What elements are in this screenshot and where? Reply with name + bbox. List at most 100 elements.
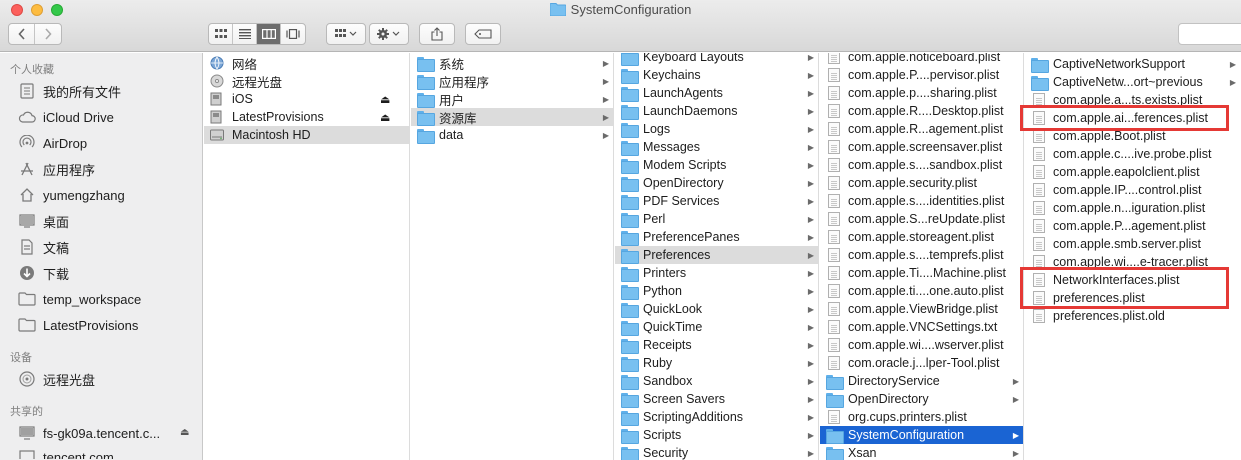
disclosure-arrow-icon: ▶ bbox=[807, 53, 814, 62]
forward-button[interactable] bbox=[35, 24, 61, 44]
list-item[interactable]: com.apple.wi....wserver.plist bbox=[820, 336, 1023, 354]
list-item-selected[interactable]: 资源库 ▶ bbox=[411, 108, 613, 126]
list-item-selected[interactable]: Preferences ▶ bbox=[615, 246, 818, 264]
list-item[interactable]: com.apple.R....Desktop.plist bbox=[820, 102, 1023, 120]
list-item[interactable]: com.apple.noticeboard.plist bbox=[820, 53, 1023, 66]
eject-icon[interactable]: ⏏ bbox=[180, 427, 189, 438]
sidebar-item-desktop[interactable]: 桌面 bbox=[18, 210, 69, 232]
list-item[interactable]: com.apple.ViewBridge.plist bbox=[820, 300, 1023, 318]
list-item[interactable]: com.apple.P....pervisor.plist bbox=[820, 66, 1023, 84]
list-item[interactable]: DirectoryService ▶ bbox=[820, 372, 1023, 390]
list-item[interactable]: 远程光盘 bbox=[204, 72, 409, 90]
sidebar-item-home[interactable]: yumengzhang bbox=[18, 184, 125, 206]
list-item[interactable]: com.apple.P...agement.plist bbox=[1025, 217, 1240, 235]
list-item[interactable]: Python ▶ bbox=[615, 282, 818, 300]
list-item[interactable]: Receipts ▶ bbox=[615, 336, 818, 354]
list-item[interactable]: com.apple.c....ive.probe.plist bbox=[1025, 145, 1240, 163]
sidebar-item-applications[interactable]: 应用程序 bbox=[18, 158, 95, 180]
list-item-selected[interactable]: Macintosh HD bbox=[204, 126, 409, 144]
list-item[interactable]: Messages ▶ bbox=[615, 138, 818, 156]
item-label: Perl bbox=[643, 212, 666, 226]
eject-icon[interactable]: ⏏ bbox=[380, 111, 390, 124]
sidebar-item-remote-disc[interactable]: 远程光盘 bbox=[18, 368, 95, 390]
tags-button[interactable] bbox=[465, 23, 501, 45]
list-item[interactable]: Keyboard Layouts ▶ bbox=[615, 53, 818, 66]
list-item[interactable]: Screen Savers ▶ bbox=[615, 390, 818, 408]
list-item[interactable]: com.apple.s....temprefs.plist bbox=[820, 246, 1023, 264]
sidebar-item-temp-workspace[interactable]: temp_workspace bbox=[18, 288, 141, 310]
list-item[interactable]: PDF Services ▶ bbox=[615, 192, 818, 210]
list-item[interactable]: preferences.plist.old bbox=[1025, 307, 1240, 325]
list-item[interactable]: 用户 ▶ bbox=[411, 90, 613, 108]
list-item[interactable]: Printers ▶ bbox=[615, 264, 818, 282]
list-item[interactable]: Ruby ▶ bbox=[615, 354, 818, 372]
list-item[interactable]: LatestProvisions ⏏ bbox=[204, 108, 409, 126]
item-label: com.apple.P...agement.plist bbox=[1053, 219, 1206, 233]
list-item[interactable]: com.apple.VNCSettings.txt bbox=[820, 318, 1023, 336]
item-label: com.apple.R....Desktop.plist bbox=[848, 104, 1004, 118]
icon-view-button[interactable] bbox=[209, 24, 233, 44]
list-item[interactable]: PreferencePanes ▶ bbox=[615, 228, 818, 246]
list-item[interactable]: com.apple.R...agement.plist bbox=[820, 120, 1023, 138]
list-item[interactable]: LaunchDaemons ▶ bbox=[615, 102, 818, 120]
sidebar-item-documents[interactable]: 文稿 bbox=[18, 236, 69, 258]
list-item[interactable]: Xsan ▶ bbox=[820, 444, 1023, 460]
list-item[interactable]: Sandbox ▶ bbox=[615, 372, 818, 390]
list-item[interactable]: iOS ⏏ bbox=[204, 90, 409, 108]
item-label: org.cups.printers.plist bbox=[848, 410, 967, 424]
list-item[interactable]: org.cups.printers.plist bbox=[820, 408, 1023, 426]
list-item[interactable]: LaunchAgents ▶ bbox=[615, 84, 818, 102]
sidebar-item-shared-server-2[interactable]: tencent.com bbox=[18, 446, 114, 459]
list-item[interactable]: OpenDirectory ▶ bbox=[820, 390, 1023, 408]
list-view-button[interactable] bbox=[233, 24, 257, 44]
column-view-button[interactable] bbox=[257, 24, 281, 44]
arrange-button[interactable] bbox=[326, 23, 366, 45]
list-item[interactable]: data ▶ bbox=[411, 126, 613, 144]
list-item[interactable]: OpenDirectory ▶ bbox=[615, 174, 818, 192]
list-item[interactable]: com.apple.screensaver.plist bbox=[820, 138, 1023, 156]
back-button[interactable] bbox=[9, 24, 35, 44]
share-button[interactable] bbox=[419, 23, 455, 45]
list-item[interactable]: Security ▶ bbox=[615, 444, 818, 460]
list-item[interactable]: 网络 bbox=[204, 54, 409, 72]
list-item[interactable]: Modem Scripts ▶ bbox=[615, 156, 818, 174]
sidebar-item-latest-provisions[interactable]: LatestProvisions bbox=[18, 314, 138, 336]
list-item[interactable]: 应用程序 ▶ bbox=[411, 72, 613, 90]
list-item[interactable]: CaptiveNetworkSupport ▶ bbox=[1025, 55, 1240, 73]
sidebar-item-icloud-drive[interactable]: iCloud Drive bbox=[18, 106, 114, 128]
list-item[interactable]: com.apple.eapolclient.plist bbox=[1025, 163, 1240, 181]
list-item[interactable]: Keychains ▶ bbox=[615, 66, 818, 84]
list-item[interactable]: Scripts ▶ bbox=[615, 426, 818, 444]
list-item[interactable]: com.apple.storeagent.plist bbox=[820, 228, 1023, 246]
list-item[interactable]: com.oracle.j...lper-Tool.plist bbox=[820, 354, 1023, 372]
list-item[interactable]: CaptiveNetw...ort~previous ▶ bbox=[1025, 73, 1240, 91]
sidebar-item-airdrop[interactable]: AirDrop bbox=[18, 132, 87, 154]
list-item[interactable]: com.apple.smb.server.plist bbox=[1025, 235, 1240, 253]
list-item[interactable]: com.apple.security.plist bbox=[820, 174, 1023, 192]
list-item[interactable]: com.apple.p....sharing.plist bbox=[820, 84, 1023, 102]
list-item[interactable]: Perl ▶ bbox=[615, 210, 818, 228]
favorites-header: 个人收藏 bbox=[10, 64, 54, 76]
list-item[interactable]: com.apple.s....identities.plist bbox=[820, 192, 1023, 210]
sidebar-item-all-files[interactable]: 我的所有文件 bbox=[18, 80, 121, 102]
cover-flow-view-button[interactable] bbox=[281, 24, 305, 44]
list-item[interactable]: com.apple.ti....one.auto.plist bbox=[820, 282, 1023, 300]
list-item[interactable]: com.apple.n...iguration.plist bbox=[1025, 199, 1240, 217]
list-item[interactable]: QuickLook ▶ bbox=[615, 300, 818, 318]
list-item-selected[interactable]: SystemConfiguration ▶ bbox=[820, 426, 1023, 444]
list-item[interactable]: com.apple.S...reUpdate.plist bbox=[820, 210, 1023, 228]
list-item[interactable]: com.apple.s....sandbox.plist bbox=[820, 156, 1023, 174]
list-item[interactable]: 系统 ▶ bbox=[411, 54, 613, 72]
list-item[interactable]: com.apple.IP....control.plist bbox=[1025, 181, 1240, 199]
folder-icon bbox=[826, 374, 844, 390]
search-field[interactable] bbox=[1178, 23, 1241, 45]
list-item[interactable]: com.apple.Ti....Machine.plist bbox=[820, 264, 1023, 282]
sidebar-item-shared-server[interactable]: fs-gk09a.tencent.c... bbox=[18, 422, 160, 444]
action-button[interactable] bbox=[369, 23, 409, 45]
sidebar-item-downloads[interactable]: 下载 bbox=[18, 262, 69, 284]
eject-icon[interactable]: ⏏ bbox=[380, 93, 390, 106]
list-item[interactable]: ScriptingAdditions ▶ bbox=[615, 408, 818, 426]
list-item[interactable]: QuickTime ▶ bbox=[615, 318, 818, 336]
list-item[interactable]: Logs ▶ bbox=[615, 120, 818, 138]
document-icon bbox=[826, 140, 842, 154]
